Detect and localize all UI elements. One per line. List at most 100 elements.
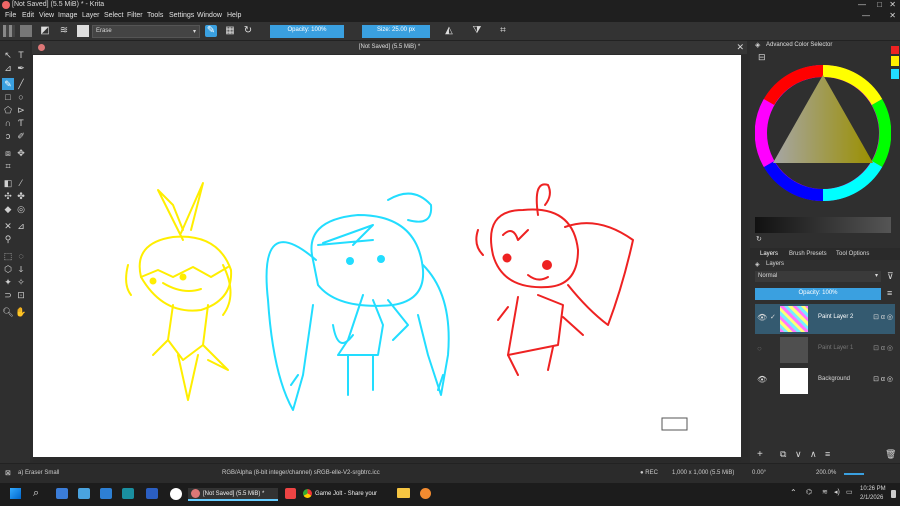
start-icon[interactable] xyxy=(10,488,21,499)
mail-icon[interactable] xyxy=(56,488,68,499)
wifi-icon[interactable]: ≋ xyxy=(822,488,828,496)
search-icon[interactable]: ⌕ xyxy=(33,487,39,500)
opacity-slider[interactable]: Opacity: 100% xyxy=(270,25,344,38)
app-icon[interactable] xyxy=(122,488,134,499)
rec-indicator[interactable]: ● REC xyxy=(640,470,658,476)
visibility-eye-icon[interactable]: 👁︎ xyxy=(757,375,767,384)
file-explorer-icon[interactable] xyxy=(397,488,410,498)
gradient-icon[interactable] xyxy=(3,25,15,37)
wrap-around-icon[interactable]: ⌗ xyxy=(497,25,509,37)
freehand-select-icon[interactable]: ↆ xyxy=(15,263,27,275)
polygon-select-icon[interactable]: ⬡ xyxy=(2,263,14,275)
color-history-strip[interactable] xyxy=(755,217,891,233)
horizontal-scrollbar[interactable] xyxy=(33,457,741,462)
freehand-path-icon[interactable]: Ƭ xyxy=(15,117,27,129)
blender-icon[interactable] xyxy=(420,488,431,499)
menu-window[interactable]: Window xyxy=(197,12,222,19)
similar-select-icon[interactable]: ✧ xyxy=(15,276,27,288)
move-up-icon[interactable]: ∧ xyxy=(810,449,817,460)
dynamic-brush-icon[interactable]: ↄ xyxy=(2,130,14,142)
polygon-tool-icon[interactable]: ⬠ xyxy=(2,104,14,116)
delete-layer-icon[interactable]: 🗑︎ xyxy=(885,449,896,460)
swatch-yellow[interactable] xyxy=(891,56,899,66)
store-icon[interactable] xyxy=(100,488,112,499)
blend-mode-dropdown[interactable]: Normal ▾ xyxy=(755,271,881,282)
assistant-tool-icon[interactable]: ✕ xyxy=(2,220,14,232)
taskbar-krita-window[interactable]: [Not Saved] (5.5 MiB) * xyxy=(188,488,278,501)
bezier-select-icon[interactable]: ⊃ xyxy=(2,289,14,301)
close-icon[interactable]: ✕ xyxy=(889,0,896,9)
polyline-tool-icon[interactable]: ⊳ xyxy=(15,104,27,116)
notification-icon[interactable] xyxy=(891,490,896,498)
layer-row-paint-layer-2[interactable]: 👁︎ ✓ Paint Layer 2 ⊡ α ◎ xyxy=(755,304,895,334)
drawing-canvas[interactable] xyxy=(33,55,741,457)
doc-minimize-icon[interactable]: — xyxy=(862,11,870,20)
multibrush-icon[interactable]: ✐ xyxy=(15,130,27,142)
minimize-icon[interactable]: — xyxy=(858,0,866,9)
hidden-eye-icon[interactable]: ○ xyxy=(757,344,762,353)
photos-icon[interactable] xyxy=(78,488,90,499)
battery-icon[interactable]: ▭ xyxy=(846,488,853,496)
swatch-red[interactable] xyxy=(891,46,899,54)
pattern-icon[interactable] xyxy=(20,25,32,37)
move-down-icon[interactable]: ∨ xyxy=(795,449,802,460)
chevron-up-icon[interactable]: ⌃ xyxy=(790,488,797,497)
colorize-mask-icon[interactable]: ✣ xyxy=(2,190,14,202)
doc-close-icon[interactable]: ✕ xyxy=(889,11,896,20)
clock-date[interactable]: 2/1/2026 xyxy=(860,495,883,501)
menu-image[interactable]: Image xyxy=(58,12,77,19)
color-selector-settings-icon[interactable]: ⊟ xyxy=(758,52,766,63)
volume-icon[interactable]: ◂) xyxy=(834,488,840,496)
wikipedia-icon[interactable] xyxy=(170,488,182,500)
gradient-tool-icon[interactable]: ◧ xyxy=(2,177,14,189)
menu-settings[interactable]: Settings xyxy=(169,12,194,19)
rectangle-tool-icon[interactable]: □ xyxy=(2,91,14,103)
zoom-slider[interactable] xyxy=(844,473,864,475)
brush-preset-dropdown[interactable]: Erase ▾ xyxy=(92,25,200,38)
bezier-tool-icon[interactable]: ∩ xyxy=(2,117,14,129)
layer-lock-icons[interactable]: ⊡ α ◎ xyxy=(873,344,893,352)
clock-time[interactable]: 10:26 PM xyxy=(860,486,886,492)
refresh-icon[interactable]: ↻ xyxy=(756,235,762,243)
measure-tool-icon[interactable]: ⊿ xyxy=(15,220,27,232)
preserve-alpha-icon[interactable]: ▦ xyxy=(224,25,236,37)
select-shapes-icon[interactable]: ↖ xyxy=(2,49,14,61)
tab-brush-presets[interactable]: Brush Presets xyxy=(789,251,827,257)
freehand-brush-icon[interactable]: ✎ xyxy=(2,78,14,90)
tab-layers[interactable]: Layers xyxy=(760,251,778,257)
rect-select-icon[interactable]: ⬚ xyxy=(2,250,14,262)
maximize-icon[interactable]: □ xyxy=(877,0,882,9)
crop-tool-icon[interactable]: ⌗ xyxy=(2,160,14,172)
menu-help[interactable]: Help xyxy=(227,12,241,19)
duplicate-layer-icon[interactable]: ⧉ xyxy=(780,449,786,460)
layer-lock-icons[interactable]: ⊡ α ◎ xyxy=(873,375,893,383)
layer-row-paint-layer-1[interactable]: ○ Paint Layer 1 ⊡ α ◎ xyxy=(755,335,895,365)
word-icon[interactable] xyxy=(146,488,158,499)
filter-icon[interactable]: ⊽ xyxy=(887,271,894,282)
fg-bg-color-icon[interactable]: ◩ xyxy=(39,25,51,37)
layer-lock-icons[interactable]: ⊡ α ◎ xyxy=(873,313,893,321)
brush-thumbnail-icon[interactable] xyxy=(77,25,89,37)
swatch-cyan[interactable] xyxy=(891,69,899,79)
fill-tool-icon[interactable]: ◆ xyxy=(2,203,14,215)
contiguous-select-icon[interactable]: ✦ xyxy=(2,276,14,288)
reference-images-icon[interactable]: ⚲ xyxy=(2,233,14,245)
edit-brush-icon[interactable]: ≋ xyxy=(58,25,70,37)
menu-filter[interactable]: Filter xyxy=(127,12,143,19)
menu-select[interactable]: Select xyxy=(104,12,123,19)
enclose-fill-icon[interactable]: ◎ xyxy=(15,203,27,215)
close-tab-icon[interactable]: ✕ xyxy=(736,42,744,53)
calligraphy-icon[interactable]: ✒ xyxy=(15,62,27,74)
layer-opacity-slider[interactable]: Opacity: 100% xyxy=(755,288,881,300)
move-tool-icon[interactable]: ✥ xyxy=(15,147,27,159)
menu-layer[interactable]: Layer xyxy=(82,12,100,19)
menu-edit[interactable]: Edit xyxy=(22,12,34,19)
ellipse-select-icon[interactable]: ◌ xyxy=(15,250,27,262)
vertical-scrollbar[interactable] xyxy=(742,55,748,457)
text-tool-icon[interactable]: T xyxy=(15,49,27,61)
menu-tools[interactable]: Tools xyxy=(147,12,163,19)
mirror-vertical-icon[interactable]: ⧩ xyxy=(471,25,483,37)
pan-tool-icon[interactable]: ✋ xyxy=(15,306,27,318)
layer-row-background[interactable]: 👁︎ Background ⊡ α ◎ xyxy=(755,366,895,396)
reload-preset-icon[interactable]: ↻ xyxy=(242,25,254,37)
